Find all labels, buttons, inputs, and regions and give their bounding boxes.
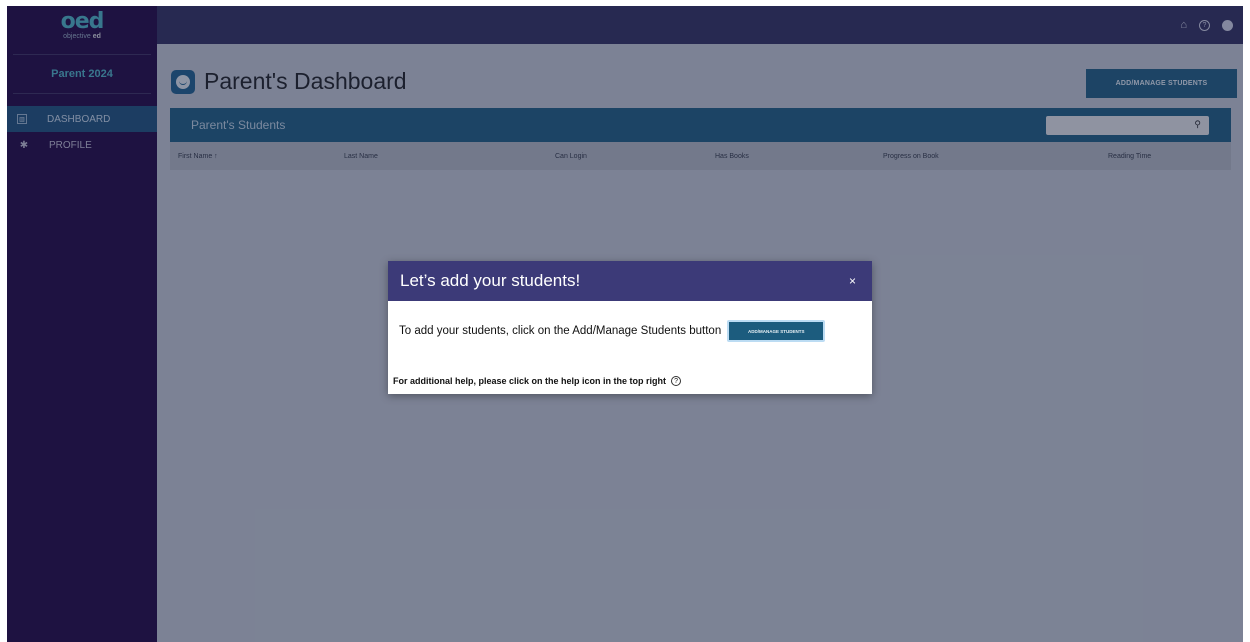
inline-button-highlight: ADD/MANAGE STUDENTS [727,320,826,342]
modal-instruction-text: To add your students, click on the Add/M… [399,325,722,337]
help-icon: ? [671,376,682,386]
modal-help-row: For additional help, please click on the… [393,376,682,386]
inline-add-manage-students-button[interactable]: ADD/MANAGE STUDENTS [729,322,824,340]
modal-header: Let’s add your students! × [388,261,872,301]
modal-instruction-row: To add your students, click on the Add/M… [399,320,826,342]
close-icon[interactable]: × [849,274,856,288]
app-window: oed objective ed Parent 2024 ▥ DASHBOARD… [7,6,1243,642]
modal-title: Let’s add your students! [400,271,581,290]
modal-help-text: For additional help, please click on the… [393,376,667,386]
add-students-modal: Let’s add your students! × To add your s… [388,261,872,394]
